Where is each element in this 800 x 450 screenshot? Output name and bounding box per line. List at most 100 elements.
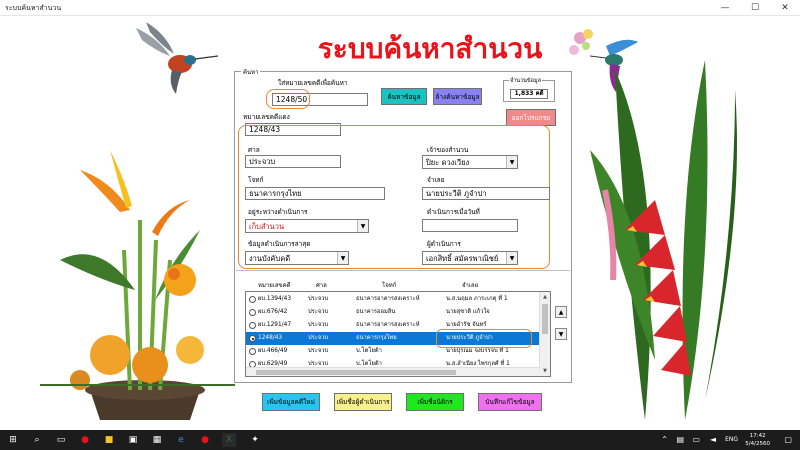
excel-icon[interactable]: X — [222, 433, 236, 447]
row-radio-button[interactable] — [249, 296, 256, 303]
minimize-button[interactable]: — — [710, 0, 740, 16]
defendant-label: จำเลย — [427, 176, 445, 184]
case-number-field[interactable]: 1248/43 — [245, 123, 341, 136]
spin-down-button[interactable]: ▼ — [555, 328, 567, 340]
defendant-field[interactable]: นายประวีติ ภูจำปา — [422, 187, 550, 200]
row-cell-case: 1248/43 — [258, 335, 283, 341]
add-operator-button[interactable]: เพิ่มชื่อผู้ดำเนินการ — [334, 393, 392, 411]
search-button[interactable]: ค้นหาข้อมูล — [381, 88, 427, 105]
add-employee-button[interactable]: เพิ่มชื่อนิติกร — [406, 393, 464, 411]
row-cell-plaintiff: ธนาคารอาคารสงเคราะห์ — [356, 322, 420, 328]
table-row[interactable]: ผบ.676/42 ประจวบ ธนาคารออมสิน นายสุชาติ แก้… — [246, 306, 540, 319]
chevron-down-icon[interactable]: ▼ — [506, 156, 517, 168]
clear-search-button[interactable]: ล้างค้นหาข้อมูล — [433, 88, 482, 105]
row-cell-defendant: นายประวีติ ภูจำปา — [446, 335, 493, 341]
calculator-icon[interactable]: ▦ — [150, 433, 164, 447]
owner-label: เจ้าของสำนวน — [427, 146, 469, 154]
store-icon[interactable]: ▣ — [126, 433, 140, 447]
row-cell-defendant: น.ส.นฤมล ภาระเกตุ ที่ 1 — [446, 296, 508, 302]
save-changes-button[interactable]: บันทึกแก้ไขข้อมูล — [478, 393, 542, 411]
file-explorer-icon[interactable]: ■ — [102, 433, 116, 447]
edge-icon[interactable]: e — [174, 433, 188, 447]
heliconia-plant-right-image — [590, 60, 737, 420]
windows-start-icon[interactable]: ⊞ — [6, 433, 20, 447]
operator-label: ผู้ดำเนินการ — [427, 240, 461, 248]
chevron-up-icon[interactable]: ⌃ — [661, 435, 668, 444]
court-label: ศาล — [248, 146, 260, 154]
row-cell-case: ผบ.1394/43 — [258, 296, 292, 302]
row-cell-court: ประจวบ — [308, 348, 329, 354]
opera-icon-2[interactable]: ● — [198, 433, 212, 447]
task-view-icon[interactable]: ▭ — [54, 433, 68, 447]
spin-up-button[interactable]: ▲ — [555, 306, 567, 318]
row-cell-court: ประจวบ — [308, 309, 329, 315]
operator-select[interactable]: เอกสิทธิ์ สมัครพาณิชย์ ▼ — [422, 251, 518, 265]
search-input[interactable]: 1248/50 — [272, 93, 368, 106]
chevron-down-icon[interactable]: ▼ — [337, 252, 348, 264]
row-radio-button[interactable] — [249, 309, 256, 316]
list-vertical-scrollbar[interactable]: ▲ ▼ — [539, 292, 550, 376]
scroll-up-icon[interactable]: ▲ — [540, 292, 550, 302]
hscroll-thumb[interactable] — [256, 370, 456, 375]
list-separator — [236, 270, 570, 271]
operator-select-value: เอกสิทธิ์ สมัครพาณิชย์ — [426, 254, 499, 263]
taskbar: ⊞ ⌕ ▭ ● ■ ▣ ▦ e ● X ✦ ⌃ ▤ ▭ ◄ ENG 17:42 … — [0, 430, 800, 450]
column-header-case: หมายเลขคดี — [258, 282, 291, 289]
case-list[interactable]: ผบ.1394/43 ประจวบ ธนาคารอาคารสงเคราะห์ น.ส.… — [245, 291, 551, 377]
record-count-label: จำนวนข้อมูล — [509, 77, 542, 85]
court-field[interactable]: ประจวบ — [245, 155, 341, 168]
table-row[interactable]: ผบ.1291/47 ประจวบ ธนาคารอาคารสงเคราะห์ นายอ… — [246, 319, 540, 332]
scroll-thumb[interactable] — [542, 304, 548, 334]
exit-button[interactable]: ออกโปรแกรม — [506, 109, 556, 126]
row-cell-plaintiff: ธนาคารกรุงไทย — [356, 335, 397, 341]
clock-time: 17:42 — [749, 433, 766, 439]
scroll-down-icon[interactable]: ▼ — [540, 366, 550, 376]
language-indicator[interactable]: ENG — [725, 436, 738, 443]
row-cell-plaintiff: บ.โตโยต้า — [356, 348, 382, 354]
volume-icon[interactable]: ◄ — [710, 435, 716, 444]
add-case-button[interactable]: เพิ่มข้อมูลคดีใหม่ — [262, 393, 320, 411]
table-row[interactable]: ผบ.466/49 ประจวบ บ.โตโยต้า นายปุรณม จงบรรจบ… — [246, 345, 540, 358]
network-icon[interactable]: ▤ — [676, 435, 684, 444]
last-action-date-field[interactable] — [422, 219, 518, 232]
search-label: ใส่หมายเลขคดีเพื่อค้นหา — [278, 79, 348, 87]
flower-arrangement-left-image — [40, 150, 235, 420]
row-radio-button[interactable] — [249, 335, 256, 342]
window-title: ระบบค้นหาสำนวน — [5, 4, 62, 12]
status-select-value: เก็บสำนวน — [249, 222, 285, 231]
search-icon[interactable]: ⌕ — [30, 433, 44, 447]
last-action-label: ข้อมูลดำเนินการล่าสุด — [248, 240, 311, 248]
triangle-down-icon: ▼ — [558, 330, 564, 338]
record-count-box: จำนวนข้อมูล 1,833 คดี — [503, 77, 555, 102]
row-cell-court: ประจวบ — [308, 322, 329, 328]
clock[interactable]: 17:42 5/4/2560 — [745, 432, 770, 448]
plaintiff-field[interactable]: ธนาคารกรุงไทย — [245, 187, 385, 200]
column-header-defendant: จำเลย — [462, 282, 479, 289]
app-bird-icon[interactable]: ✦ — [248, 433, 262, 447]
last-action-select[interactable]: งานบังคับคดี ▼ — [245, 251, 349, 265]
status-select[interactable]: เก็บสำนวน ▼ — [245, 219, 369, 233]
chevron-down-icon[interactable]: ▼ — [357, 220, 368, 232]
column-header-plaintiff: โจทก์ — [382, 282, 397, 289]
chevron-down-icon[interactable]: ▼ — [506, 252, 517, 264]
column-header-court: ศาล — [316, 282, 327, 289]
owner-select-value: ปิยะ ดวงเวียง — [426, 158, 470, 167]
row-cell-plaintiff: ธนาคารออมสิน — [356, 309, 396, 315]
row-cell-plaintiff: ธนาคารอาคารสงเคราะห์ — [356, 296, 420, 302]
maximize-button[interactable]: ☐ — [740, 0, 770, 16]
owner-select[interactable]: ปิยะ ดวงเวียง ▼ — [422, 155, 518, 169]
table-row[interactable]: 1248/43 ประจวบ ธนาคารกรุงไทย นายประวีติ ภูจ… — [246, 332, 540, 345]
app-title: ระบบค้นหาสำนวน — [317, 32, 543, 65]
row-radio-button[interactable] — [249, 322, 256, 329]
row-radio-button[interactable] — [249, 348, 256, 355]
close-button[interactable]: ✕ — [770, 0, 800, 16]
list-horizontal-scrollbar[interactable] — [246, 367, 540, 376]
notification-icon[interactable]: ▢ — [784, 435, 792, 444]
table-row[interactable]: ผบ.1394/43 ประจวบ ธนาคารอาคารสงเคราะห์ น.ส.… — [246, 293, 540, 306]
case-number-label: หมายเลขคดีแดง — [243, 113, 290, 121]
opera-icon[interactable]: ● — [78, 433, 92, 447]
record-count-value: 1,833 คดี — [510, 89, 548, 99]
last-action-select-value: งานบังคับคดี — [249, 254, 291, 263]
battery-icon[interactable]: ▭ — [692, 435, 700, 444]
clock-date: 5/4/2560 — [745, 441, 770, 447]
